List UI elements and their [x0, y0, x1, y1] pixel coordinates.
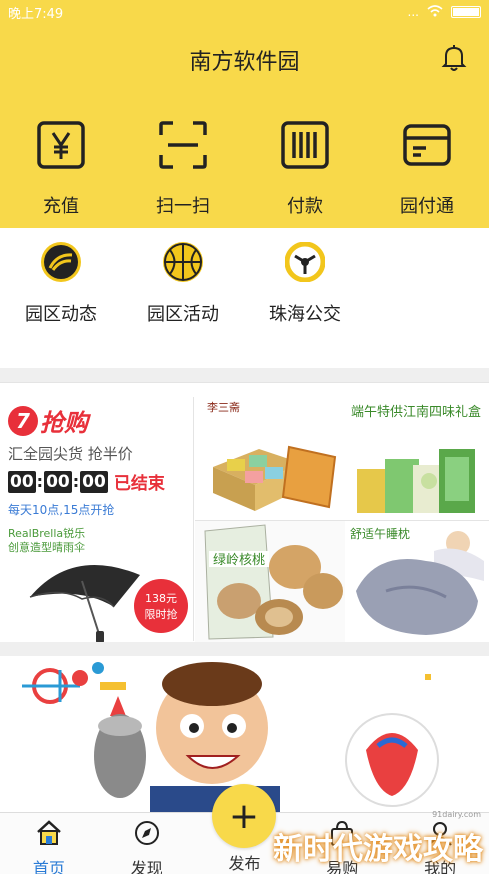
gift-box-headline: 端午特供江南四味礼盒 — [350, 405, 481, 420]
barcode-icon — [280, 120, 330, 174]
quick-action-pay[interactable]: 付款 — [244, 120, 366, 218]
quick-action-scan[interactable]: 扫一扫 — [122, 120, 244, 218]
price-value: 138元 — [145, 592, 177, 605]
shortcut-label: 园区活动 — [147, 304, 219, 325]
pillow-card[interactable]: 舒适午睡枕 — [346, 521, 489, 643]
quick-action-label: 园付通 — [400, 196, 454, 217]
price-tag: 限时抢 — [144, 608, 178, 621]
quick-action-label: 扫一扫 — [156, 196, 210, 217]
section-divider — [0, 642, 489, 656]
walnut-card[interactable]: 绿岭核桃 — [195, 521, 345, 643]
quick-action-recharge[interactable]: 充值 — [0, 120, 122, 218]
status-time: 晚上7:49 — [8, 6, 64, 22]
status-icons: ... — [407, 4, 481, 20]
gift-box-card[interactable]: 李三斋 端午特供江南四味礼盒 — [195, 397, 489, 521]
brand-seal: 李三斋 — [207, 401, 240, 414]
countdown-timer: 00 : 00 : 00 已结束 — [8, 469, 165, 494]
shortcut-zhuhai-bus[interactable]: 珠海公交 — [244, 228, 366, 368]
nav-label: 首页 — [32, 859, 65, 874]
gift-box-image — [205, 427, 345, 515]
svg-text:绿岭核桃: 绿岭核桃 — [213, 553, 265, 568]
compass-icon — [133, 819, 161, 851]
card-icon — [402, 120, 452, 174]
plus-icon: + — [228, 795, 260, 837]
shortcut-label: 园区动态 — [25, 304, 97, 325]
watermark-url: 91dairy.com — [432, 810, 481, 819]
bus-icon — [285, 242, 325, 282]
news-icon — [41, 242, 81, 282]
sale-times: 每天10点,15点开抢 — [8, 503, 115, 517]
shortcut-label: 珠海公交 — [269, 304, 341, 325]
app-header: 南方软件园 充值 扫一扫 付款 园付通 — [0, 24, 489, 228]
quick-action-card[interactable]: 园付通 — [366, 120, 488, 218]
shortcut-park-news[interactable]: 园区动态 — [0, 228, 122, 368]
timer-minutes: 00 — [44, 470, 72, 493]
walnut-image: 绿岭核桃 — [195, 521, 345, 643]
network-text: ... — [407, 5, 419, 19]
bell-icon[interactable] — [441, 44, 467, 72]
timer-hours: 00 — [8, 470, 36, 493]
product-brand: RealBrella锐乐 创意造型晴雨伞 — [8, 527, 85, 555]
brand-line-2: 创意造型晴雨伞 — [8, 541, 85, 554]
nav-discover[interactable]: 发现 — [98, 813, 196, 874]
brand-line-1: RealBrella锐乐 — [8, 527, 86, 540]
pillow-caption: 舒适午睡枕 — [350, 527, 411, 541]
flash-sale-logo-char: 7 — [8, 405, 38, 436]
battery-icon — [451, 6, 481, 18]
publish-fab-button[interactable]: + — [212, 784, 276, 848]
flash-sale-logo-text: 抢购 — [40, 409, 88, 437]
wifi-icon — [427, 4, 443, 20]
quick-actions: 充值 扫一扫 付款 园付通 — [0, 120, 489, 218]
nav-home[interactable]: 首页 — [0, 813, 98, 874]
section-divider — [0, 368, 489, 382]
timer-seconds: 00 — [80, 470, 108, 493]
nav-label: 发现 — [130, 859, 163, 874]
yen-icon — [36, 120, 86, 174]
promo-section: 7 抢购 汇全园尖货 抢半价 00 : 00 : 00 已结束 每天10点,15… — [0, 382, 489, 643]
nav-label: 发布 — [228, 854, 261, 873]
basketball-icon — [163, 242, 203, 282]
status-bar: 晚上7:49 ... — [0, 0, 489, 24]
flash-sale-card[interactable]: 7 抢购 汇全园尖货 抢半价 00 : 00 : 00 已结束 每天10点,15… — [0, 397, 194, 643]
shortcut-park-events[interactable]: 园区活动 — [122, 228, 244, 368]
home-icon — [35, 819, 63, 851]
price-badge: 138元 限时抢 — [134, 579, 188, 633]
gift-box-image — [349, 429, 483, 517]
scan-icon — [158, 120, 208, 174]
shortcuts-row: 园区动态 园区活动 珠海公交 — [0, 228, 489, 368]
sale-status: 已结束 — [113, 474, 165, 494]
flash-sale-slogan: 汇全园尖货 抢半价 — [8, 445, 133, 463]
quick-action-label: 充值 — [43, 196, 79, 217]
page-title: 南方软件园 — [189, 50, 300, 75]
flash-sale-logo: 7 抢购 — [8, 403, 88, 438]
watermark: 新时代游戏攻略 — [273, 832, 483, 867]
quick-action-label: 付款 — [287, 196, 323, 217]
